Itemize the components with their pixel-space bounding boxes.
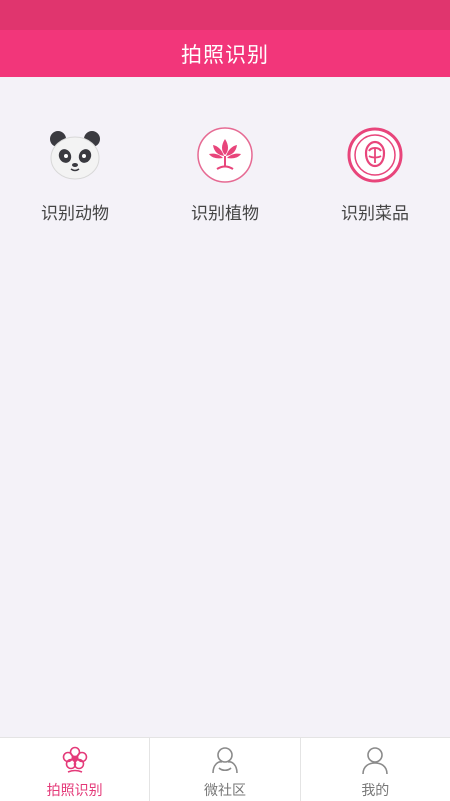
tab-label: 我的 xyxy=(361,783,390,799)
feature-label: 识别植物 xyxy=(191,204,259,224)
tab-label: 微社区 xyxy=(203,783,246,799)
main-content: 识别动物 识别植物 识别菜品 xyxy=(0,77,450,737)
dish-icon xyxy=(345,125,405,185)
community-icon xyxy=(208,743,242,777)
tab-photo-identify[interactable]: 拍照识别 xyxy=(0,738,149,801)
feature-grid: 识别动物 识别植物 识别菜品 xyxy=(0,125,450,224)
tab-label: 拍照识别 xyxy=(46,783,103,799)
title-bar: 拍照识别 xyxy=(0,30,450,77)
page-title: 拍照识别 xyxy=(181,42,269,67)
tab-community[interactable]: 微社区 xyxy=(149,738,299,801)
feature-identify-plant[interactable]: 识别植物 xyxy=(150,125,300,224)
feature-label: 识别动物 xyxy=(41,204,109,224)
feature-identify-dish[interactable]: 识别菜品 xyxy=(300,125,450,224)
status-bar xyxy=(0,0,450,30)
tab-mine[interactable]: 我的 xyxy=(299,738,450,801)
feature-identify-animal[interactable]: 识别动物 xyxy=(0,125,150,224)
feature-label: 识别菜品 xyxy=(341,204,409,224)
user-icon xyxy=(358,743,392,777)
bottom-tab-bar: 拍照识别 微社区 我的 xyxy=(0,737,450,801)
panda-icon xyxy=(45,125,105,185)
plant-icon xyxy=(195,125,255,185)
flower-icon xyxy=(58,743,92,777)
